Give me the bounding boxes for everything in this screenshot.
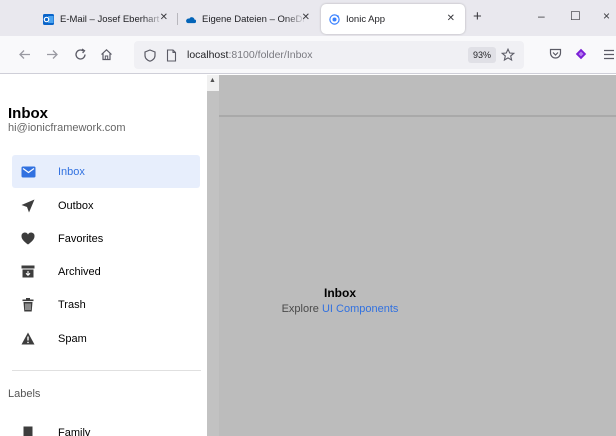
menu-title: Inbox bbox=[8, 105, 48, 122]
reload-icon[interactable] bbox=[72, 46, 88, 62]
back-arrow-icon[interactable] bbox=[16, 46, 32, 62]
menu-item-archived[interactable]: Archived bbox=[12, 255, 200, 288]
menu-divider bbox=[12, 370, 201, 371]
label-item-family[interactable]: Family bbox=[12, 416, 200, 436]
onedrive-cloud-icon bbox=[185, 14, 196, 25]
tab-title: E-Mail – Josef Eberhart – O bbox=[60, 13, 164, 25]
menu-item-label: Favorites bbox=[58, 232, 104, 245]
archive-icon bbox=[20, 264, 36, 280]
scroll-up-arrow-icon[interactable]: ▲ bbox=[209, 77, 216, 84]
browser-tab-strip: E-Mail – Josef Eberhart – O ✕ Eigene Dat… bbox=[0, 0, 616, 36]
tab-ionic-app[interactable]: Ionic App ✕ bbox=[321, 4, 465, 34]
minimize-button[interactable]: – bbox=[538, 9, 545, 23]
menu-subtitle: hi@ionicframework.com bbox=[8, 122, 126, 134]
url-bar[interactable]: localhost:8100/folder/Inbox 93% bbox=[134, 41, 524, 69]
tab-onedrive[interactable]: Eigene Dateien – OneDrive ✕ bbox=[182, 8, 316, 30]
tab-title: Ionic App bbox=[346, 13, 386, 25]
menu-scrollbar[interactable]: ▲ bbox=[207, 75, 219, 436]
content-title: Inbox bbox=[324, 286, 356, 300]
page-viewport: Inbox hi@ionicframework.com Inbox Outbox… bbox=[0, 75, 616, 436]
bookmark-star-icon[interactable] bbox=[500, 47, 516, 63]
menu-item-label: Archived bbox=[58, 265, 101, 278]
navigation-toolbar: localhost:8100/folder/Inbox 93% bbox=[0, 36, 616, 74]
home-icon[interactable] bbox=[98, 46, 114, 62]
menu-item-spam[interactable]: Spam bbox=[12, 322, 200, 355]
explore-prefix: Explore bbox=[281, 303, 319, 315]
close-icon[interactable]: ✕ bbox=[447, 13, 455, 24]
labels-heading: Labels bbox=[8, 388, 41, 400]
outlook-icon bbox=[43, 13, 54, 25]
hamburger-menu-icon[interactable] bbox=[601, 46, 616, 62]
mail-icon bbox=[20, 164, 36, 180]
header-divider bbox=[219, 115, 616, 117]
zoom-level-badge[interactable]: 93% bbox=[468, 47, 497, 63]
menu-item-label: Spam bbox=[58, 332, 87, 345]
menu-item-inbox[interactable]: Inbox bbox=[12, 155, 200, 188]
tab-title: Eigene Dateien – OneDrive bbox=[202, 13, 306, 25]
menu-item-favorites[interactable]: Favorites bbox=[12, 222, 200, 255]
url-path: :8100/folder/Inbox bbox=[228, 49, 313, 61]
ui-components-link[interactable]: UI Components bbox=[322, 303, 398, 315]
scrollbar-thumb[interactable] bbox=[207, 91, 219, 436]
extension-icon[interactable] bbox=[573, 46, 589, 62]
main-content: Inbox Explore UI Components bbox=[219, 75, 616, 436]
tracking-shield-icon[interactable] bbox=[142, 47, 158, 63]
maximize-button[interactable]: ☐ bbox=[570, 9, 581, 23]
ionic-icon bbox=[329, 13, 340, 25]
forward-arrow-icon[interactable] bbox=[44, 46, 60, 62]
menu-item-label: Trash bbox=[58, 298, 86, 311]
tab-separator bbox=[177, 13, 178, 25]
explore-text: Explore UI Components bbox=[219, 303, 461, 315]
heart-icon bbox=[20, 231, 36, 247]
new-tab-button[interactable]: + bbox=[473, 8, 482, 25]
menu-item-label: Family bbox=[58, 426, 91, 436]
close-icon[interactable]: ✕ bbox=[160, 12, 168, 23]
menu-item-outbox[interactable]: Outbox bbox=[12, 189, 200, 222]
url-host: localhost bbox=[187, 49, 229, 61]
close-window-button[interactable]: × bbox=[603, 9, 610, 23]
bookmark-icon bbox=[20, 425, 36, 436]
close-icon[interactable]: ✕ bbox=[302, 12, 310, 23]
warning-icon bbox=[20, 331, 36, 347]
pocket-icon[interactable] bbox=[547, 46, 563, 62]
menu-item-trash[interactable]: Trash bbox=[12, 288, 200, 321]
menu-item-label: Inbox bbox=[58, 165, 85, 178]
trash-icon bbox=[20, 297, 36, 313]
menu-item-label: Outbox bbox=[58, 199, 94, 212]
tab-email[interactable]: E-Mail – Josef Eberhart – O ✕ bbox=[40, 8, 174, 30]
page-icon[interactable] bbox=[163, 47, 179, 63]
paper-plane-icon bbox=[20, 198, 36, 214]
url-text[interactable]: localhost:8100/folder/Inbox bbox=[187, 49, 313, 61]
side-menu: Inbox hi@ionicframework.com Inbox Outbox… bbox=[0, 75, 207, 436]
